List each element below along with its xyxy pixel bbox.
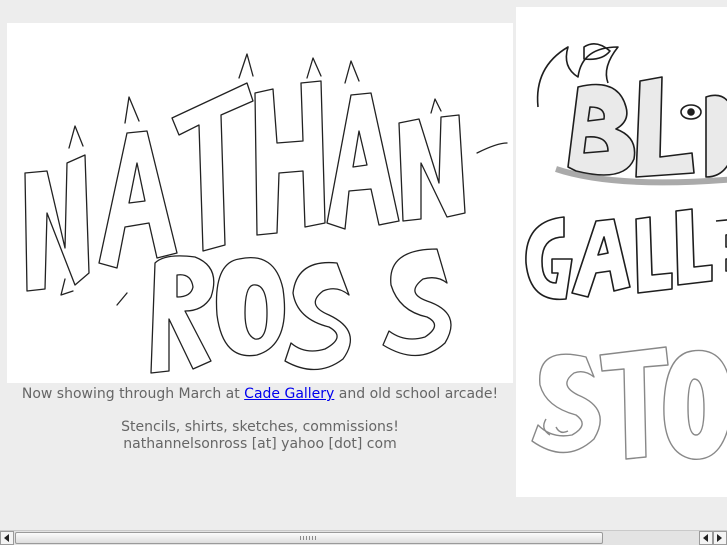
- gallery-a: [571, 218, 631, 298]
- letter-h: [254, 80, 326, 236]
- store-o: [663, 349, 727, 460]
- store-t: [599, 346, 669, 460]
- letter-a2: [326, 92, 400, 230]
- letter-t: [171, 82, 254, 252]
- showing-prefix: Now showing through March at: [21, 386, 240, 402]
- cade-gallery-link[interactable]: Cade Gallery: [244, 386, 334, 402]
- horizontal-scrollbar[interactable]: [0, 530, 727, 545]
- arrow-right-icon: [717, 534, 722, 542]
- store-s: [531, 353, 601, 454]
- showing-line: Now showing through March at Cade Galler…: [7, 386, 513, 403]
- scroll-right-button[interactable]: [713, 531, 727, 545]
- blog-l: [635, 76, 695, 178]
- letter-r: [150, 255, 215, 374]
- arrow-left-icon: [4, 534, 9, 542]
- blog-b: [567, 83, 636, 176]
- gallery-l: [635, 216, 673, 294]
- caption-block: Now showing through March at Cade Galler…: [7, 386, 513, 453]
- letter-s: [284, 261, 352, 371]
- letter-n: [24, 154, 90, 292]
- scroll-left-button-end[interactable]: [699, 531, 713, 545]
- letter-a: [98, 130, 178, 269]
- side-nav-drawing: [525, 43, 727, 460]
- letter-n2: [398, 114, 466, 222]
- showing-suffix: and old school arcade!: [338, 386, 499, 402]
- arrow-left-icon: [703, 534, 708, 542]
- scroll-thumb[interactable]: [15, 532, 603, 544]
- scroll-left-button[interactable]: [0, 531, 14, 545]
- contact-email: nathannelsonross [at] yahoo [dot] com: [123, 436, 397, 452]
- gallery-e: [715, 219, 727, 272]
- gallery-l2: [675, 208, 713, 286]
- letter-s2: [382, 248, 452, 357]
- letter-o: [215, 257, 286, 357]
- gallery-g: [525, 216, 573, 301]
- side-nav-image[interactable]: [516, 7, 727, 497]
- banner-drawing: [24, 53, 508, 374]
- blog-o: [705, 94, 727, 178]
- services-line: Stencils, shirts, sketches, commissions!: [121, 419, 399, 435]
- grip-icon: [300, 536, 318, 540]
- nathan-ross-banner-image: [7, 23, 513, 383]
